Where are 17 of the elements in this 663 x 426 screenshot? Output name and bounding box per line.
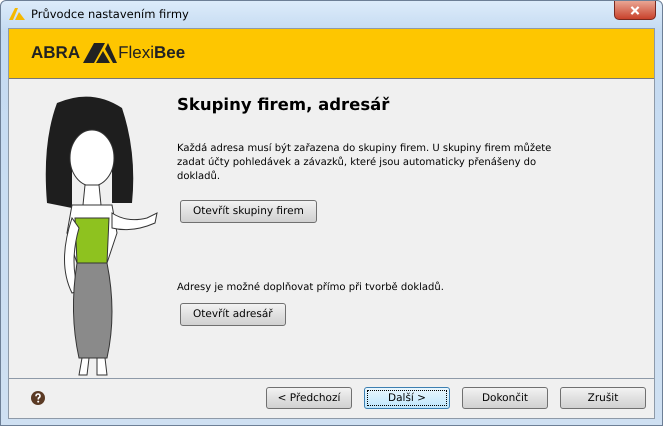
logo-text: ABRA	[31, 43, 80, 64]
help-icon[interactable]	[31, 391, 45, 406]
app-logo-icon	[9, 8, 25, 20]
description-text: Adresy je možné doplňovat přímo při tvorbě dokladů.	[177, 280, 445, 295]
open-button[interactable]: Otevřít skupiny firem	[180, 200, 317, 223]
wizard-button[interactable]: Dokončit	[462, 387, 548, 410]
close-icon	[630, 6, 640, 14]
page-heading: Skupiny firem, adresář	[177, 94, 390, 114]
wizard-button[interactable]: Zrušit	[560, 387, 646, 410]
description-text: Každá adresa musí být zařazena do skupiny firem. U skupiny firem můžete zadat účty pohledávek a závazků, které jsou automaticky přenášeny do dokladů.	[177, 142, 552, 184]
close-button[interactable]	[614, 1, 656, 20]
logo-mark-icon	[83, 43, 118, 64]
open-button[interactable]: Otevřít adresář	[180, 302, 286, 326]
logo-text: FlexiBee	[118, 43, 186, 64]
window-title: Průvodce nastavením firmy	[31, 7, 189, 22]
wizard-button[interactable]: Další >	[364, 387, 450, 410]
wizard-button[interactable]: < Předchozí	[266, 387, 352, 410]
